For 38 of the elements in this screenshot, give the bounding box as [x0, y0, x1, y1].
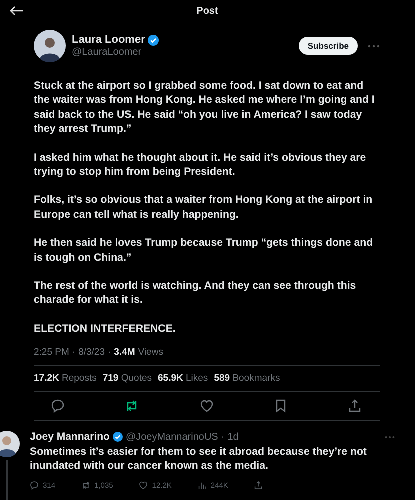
- speech-bubble-icon[interactable]: [51, 399, 65, 414]
- post-paragraph: He then said he loves Trump because Trump “gets things done and is tough on China.”: [34, 236, 374, 266]
- author-handle[interactable]: @LauraLoomer: [72, 47, 295, 58]
- avatar[interactable]: [0, 431, 20, 458]
- post-date[interactable]: 8/3/23: [78, 347, 105, 358]
- avatar[interactable]: [34, 30, 66, 62]
- speech-bubble-icon[interactable]: [30, 481, 39, 490]
- heart-icon[interactable]: [200, 399, 214, 414]
- author-handle[interactable]: @JoeyMannarinoUS: [126, 432, 218, 443]
- reply-age: 1d: [228, 432, 239, 443]
- post-paragraph: Stuck at the airport so I grabbed some food. I sat down to eat and the waiter was from Hong Kong. He asked me where I’m going and I said back to the US. He said “oh you live in America? I saw today they arrest Trump.”: [34, 79, 376, 137]
- post-paragraph: Folks, it’s so obvious that a waiter from Hong Kong at the airport in Europe can tell what is really happening.: [34, 193, 374, 222]
- view-count: 3.4M: [114, 347, 136, 358]
- page-title: Post: [196, 6, 220, 16]
- post-paragraph: I asked him what he thought about it. He said it’s obvious they are trying to stop him from being President.: [34, 150, 368, 180]
- heart-icon[interactable]: [139, 481, 148, 490]
- engagement-stat[interactable]: 719 Quotes: [102, 373, 152, 384]
- share-icon[interactable]: [254, 481, 264, 490]
- engagement-stat[interactable]: 17.2K Reposts: [34, 373, 97, 384]
- post-paragraph: ELECTION INTERFERENCE.: [34, 322, 177, 336]
- bookmark-icon[interactable]: [274, 399, 288, 414]
- author-name[interactable]: Laura Loomer: [72, 34, 146, 46]
- reply-text: Sometimes it’s easier for them to see it abroad because they’re not inundated with our cancer known as the media.: [30, 445, 368, 474]
- share-icon[interactable]: [348, 399, 362, 414]
- separator-dot: ·: [72, 347, 76, 358]
- repost-arrows-icon[interactable]: [125, 399, 140, 414]
- separator-dot: ·: [108, 347, 112, 358]
- views-label: Views: [138, 347, 164, 358]
- engagement-stat[interactable]: 589 Bookmarks: [214, 373, 280, 384]
- bar-chart-icon[interactable]: [198, 481, 207, 490]
- post-paragraph: The rest of the world is watching. And they can see through this charade for what it is.: [34, 279, 358, 308]
- separator-dot: ·: [221, 432, 225, 443]
- post-time: 2:25 PM: [34, 347, 70, 358]
- author-name[interactable]: Joey Mannarino: [30, 431, 110, 444]
- subscribe-button[interactable]: Subscribe: [298, 37, 358, 55]
- more-options-icon[interactable]: [368, 44, 380, 48]
- engagement-stat[interactable]: 65.9K Likes: [158, 373, 208, 384]
- back-arrow-icon[interactable]: [10, 6, 24, 16]
